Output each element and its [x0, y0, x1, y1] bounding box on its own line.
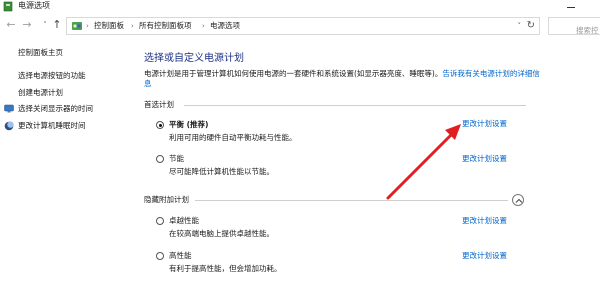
back-arrow-icon[interactable]: ←: [4, 18, 18, 32]
breadcrumb-power-options[interactable]: 电源选项: [210, 18, 240, 34]
sidebar-item-display-off-time[interactable]: 选择关闭显示器的时间: [18, 104, 93, 114]
plan-ultimate-performance-description: 在较高端电脑上提供卓越性能。: [169, 229, 274, 238]
sidebar: 控制面板主页 选择电源按钮的功能 创建电源计划 选择关闭显示器的时间 更改计算机…: [0, 38, 140, 297]
title-bar: 电源选项: [0, 0, 600, 14]
forward-arrow-icon[interactable]: →: [20, 18, 34, 32]
address-bar: ← → ˅ ↑ › 控制面板 › 所有控制面板项 › 电源选项 ˅ ↻ 搜索控: [0, 14, 600, 38]
section-divider: [195, 200, 508, 201]
sidebar-item-power-button[interactable]: 选择电源按钮的功能: [18, 71, 86, 81]
chevron-up-icon: [515, 198, 523, 203]
breadcrumb-separator-icon: ›: [86, 22, 89, 30]
collapse-section-button[interactable]: [512, 194, 524, 206]
plan-power-saver-radio[interactable]: [156, 155, 164, 163]
plan-balanced-name[interactable]: 平衡 (推荐): [169, 120, 208, 130]
sidebar-item-sleep-time[interactable]: 更改计算机睡眠时间: [18, 121, 86, 131]
plan-balanced-radio[interactable]: [156, 121, 164, 129]
main-content: 选择或自定义电源计划 电源计划是用于管理计算机如何使用电源的一套硬件和系统设置(…: [140, 38, 600, 297]
plan-balanced-description: 利用可用的硬件自动平衡功耗与性能。: [169, 133, 297, 142]
minimize-button[interactable]: [564, 2, 578, 12]
plan-high-performance-description: 有利于提高性能，但会增加功耗。: [169, 264, 282, 273]
plan-high-performance-name[interactable]: 高性能: [169, 251, 192, 261]
sidebar-item-control-panel-home[interactable]: 控制面板主页: [18, 48, 63, 58]
refresh-icon[interactable]: ↻: [527, 18, 535, 34]
page-description: 电源计划是用于管理计算机如何使用电源的一套硬件和系统设置(如显示器亮度、睡眠等)…: [144, 69, 544, 89]
sleep-moon-icon: [4, 121, 14, 131]
plan-ultimate-performance-radio[interactable]: [156, 217, 164, 225]
search-input[interactable]: 搜索控: [548, 17, 600, 35]
ultimate-change-settings-link[interactable]: 更改计划设置: [462, 216, 507, 226]
section-divider: [184, 105, 526, 106]
power-options-icon: [3, 1, 13, 12]
control-panel-icon: [72, 22, 82, 30]
plan-ultimate-performance-name[interactable]: 卓越性能: [169, 216, 199, 226]
window-title: 电源选项: [18, 1, 50, 10]
hidden-plans-label: 隐藏附加计划: [144, 195, 189, 204]
balanced-change-settings-link[interactable]: 更改计划设置: [462, 119, 507, 129]
plan-power-saver-description: 尽可能降低计算机性能以节能。: [169, 167, 274, 176]
preferred-plans-label: 首选计划: [144, 100, 174, 109]
breadcrumb-all-items[interactable]: 所有控制面板项: [139, 18, 192, 34]
plan-high-performance-radio[interactable]: [156, 252, 164, 260]
search-placeholder: 搜索控: [576, 26, 599, 35]
breadcrumb-separator-icon: ›: [131, 22, 134, 30]
address-dropdown-chevron-icon[interactable]: ˅: [518, 18, 522, 34]
monitor-icon: [4, 104, 14, 113]
breadcrumb-separator-icon: ›: [202, 22, 205, 30]
high-performance-change-settings-link[interactable]: 更改计划设置: [462, 251, 507, 261]
address-box[interactable]: › 控制面板 › 所有控制面板项 › 电源选项 ˅ ↻: [66, 17, 540, 35]
page-title: 选择或自定义电源计划: [144, 53, 244, 64]
breadcrumb-control-panel[interactable]: 控制面板: [94, 18, 124, 34]
sidebar-item-create-plan[interactable]: 创建电源计划: [18, 88, 63, 98]
power-saver-change-settings-link[interactable]: 更改计划设置: [462, 154, 507, 164]
plan-power-saver-name[interactable]: 节能: [169, 154, 184, 164]
description-text: 电源计划是用于管理计算机如何使用电源的一套硬件和系统设置(如显示器亮度、睡眠等)…: [144, 69, 443, 78]
up-arrow-icon[interactable]: ↑: [50, 18, 64, 32]
